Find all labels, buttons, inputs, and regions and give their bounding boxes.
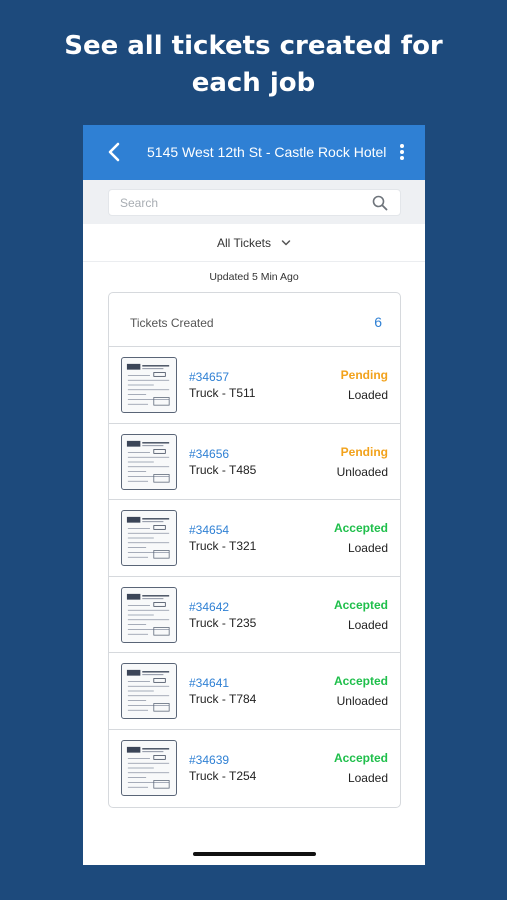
- ticket-truck: Truck - T511: [189, 386, 256, 400]
- ticket-filter-dropdown[interactable]: All Tickets: [83, 224, 425, 262]
- ticket-load-state: Loaded: [347, 770, 388, 785]
- ticket-status-badge: Pending: [340, 444, 388, 459]
- ticket-row[interactable]: #34654 Truck - T321 Accepted Loaded: [109, 500, 400, 577]
- tickets-summary: Tickets Created 6: [109, 293, 400, 347]
- promo-headline: See all tickets created for each job: [0, 28, 507, 102]
- tickets-created-count: 6: [374, 314, 382, 330]
- tickets-created-label: Tickets Created: [130, 316, 214, 330]
- ticket-document-icon: [126, 670, 170, 712]
- ticket-status-badge: Accepted: [333, 521, 388, 536]
- ticket-document-icon: [126, 440, 170, 483]
- phone-screen: 5145 West 12th St - Castle Rock Hotel Al…: [83, 125, 425, 865]
- ticket-row[interactable]: #34642 Truck - T235 Accepted Loaded: [109, 577, 400, 654]
- ticket-number-link[interactable]: #34639: [189, 753, 229, 767]
- ticket-row[interactable]: #34639 Truck - T254 Accepted Loaded: [109, 730, 400, 807]
- ticket-load-state: Loaded: [347, 617, 388, 632]
- ticket-load-state: Unloaded: [336, 464, 388, 479]
- ticket-truck: Truck - T235: [189, 615, 257, 630]
- promo-headline-line1: See all tickets created for: [64, 31, 443, 61]
- ticket-row[interactable]: #34641 Truck - T784 Accepted Unloaded: [109, 653, 400, 730]
- tickets-card: Tickets Created 6 #34657 Truck - T511 Pe: [108, 292, 401, 808]
- more-vertical-icon: [400, 144, 404, 148]
- ticket-load-state: Loaded: [347, 541, 388, 556]
- ticket-status-badge: Pending: [340, 368, 388, 382]
- ticket-document-icon: [126, 363, 170, 406]
- search-input[interactable]: [120, 190, 360, 215]
- ticket-truck: Truck - T254: [189, 768, 257, 783]
- chevron-left-icon: [108, 142, 120, 162]
- ticket-thumbnail: [121, 357, 177, 413]
- search-icon[interactable]: [372, 195, 388, 211]
- ticket-document-icon: [126, 746, 170, 789]
- ticket-thumbnail: [121, 663, 177, 720]
- ticket-truck: Truck - T485: [189, 462, 257, 477]
- search-bar: [83, 180, 425, 224]
- home-indicator[interactable]: [193, 852, 316, 856]
- ticket-thumbnail: [121, 433, 177, 490]
- ticket-thumbnail: [121, 739, 177, 796]
- app-header: 5145 West 12th St - Castle Rock Hotel: [83, 125, 425, 180]
- ticket-number-link[interactable]: #34641: [189, 676, 229, 690]
- filter-selected-value: All Tickets: [216, 235, 271, 250]
- ticket-list: #34657 Truck - T511 Pending Loaded #3465…: [109, 347, 400, 807]
- ticket-document-icon: [126, 593, 170, 636]
- ticket-status-badge: Accepted: [333, 674, 388, 689]
- ticket-status-badge: Accepted: [333, 597, 388, 612]
- ticket-load-state: Loaded: [347, 388, 388, 402]
- ticket-status-badge: Accepted: [333, 750, 388, 765]
- last-updated-text: Updated 5 Min Ago: [209, 271, 299, 283]
- ticket-truck: Truck - T784: [189, 692, 257, 707]
- more-vertical-icon-dot: [400, 156, 404, 160]
- ticket-document-icon: [126, 517, 170, 559]
- ticket-number-link[interactable]: #34654: [189, 523, 229, 537]
- ticket-number-link[interactable]: #34642: [189, 600, 229, 614]
- more-vertical-icon-dot: [400, 150, 404, 154]
- search-field: [108, 189, 401, 216]
- job-title: 5145 West 12th St - Castle Rock Hotel: [147, 144, 387, 160]
- chevron-down-icon: [281, 239, 291, 245]
- back-button[interactable]: [103, 139, 125, 165]
- ticket-row[interactable]: #34657 Truck - T511 Pending Loaded: [109, 347, 400, 424]
- ticket-thumbnail: [121, 586, 177, 643]
- ticket-thumbnail: [121, 510, 177, 567]
- ticket-number-link[interactable]: #34656: [189, 447, 229, 461]
- promo-headline-line2: each job: [191, 68, 316, 98]
- more-options-button[interactable]: [397, 141, 407, 163]
- ticket-truck: Truck - T321: [189, 539, 257, 554]
- ticket-load-state: Unloaded: [336, 694, 388, 709]
- ticket-row[interactable]: #34656 Truck - T485 Pending Unloaded: [109, 424, 400, 501]
- ticket-number-link[interactable]: #34657: [189, 370, 229, 384]
